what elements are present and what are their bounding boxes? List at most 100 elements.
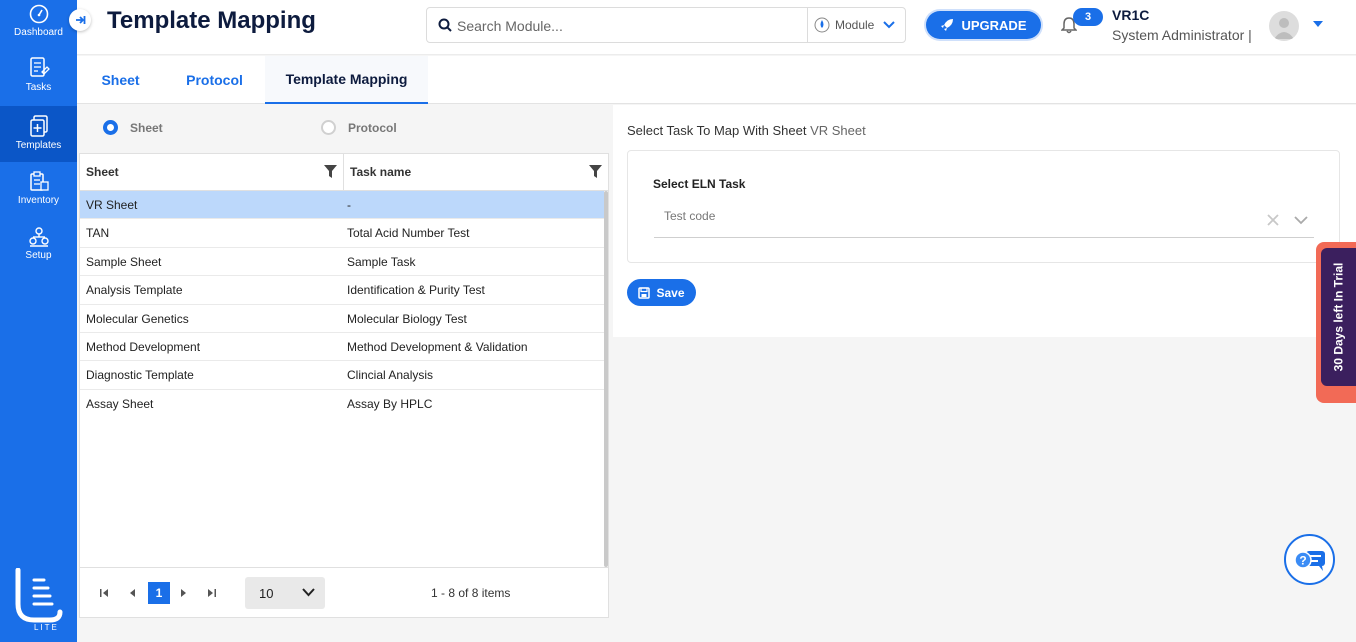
top-header: Template Mapping Module UPGRADE 3 VR1C S… — [69, 0, 1356, 55]
chat-help-icon: ? — [1293, 550, 1325, 571]
table-row[interactable]: Diagnostic Template Clincial Analysis — [80, 361, 604, 390]
cell-task: Assay By HPLC — [347, 396, 433, 411]
column-header-sheet: Sheet — [80, 154, 344, 190]
clear-icon[interactable] — [1267, 214, 1279, 226]
page-size-value: 10 — [259, 585, 274, 601]
rocket-icon — [941, 19, 954, 31]
module-select[interactable]: Module — [807, 8, 906, 42]
cell-sheet: Method Development — [86, 339, 201, 354]
cell-sheet: TAN — [86, 226, 110, 241]
collapse-arrow-icon — [76, 16, 86, 24]
cell-sheet: Sample Sheet — [86, 254, 162, 269]
radio-sheet-dot[interactable] — [103, 120, 118, 135]
upgrade-label: UPGRADE — [961, 17, 1027, 33]
next-page-icon[interactable] — [178, 587, 190, 599]
radio-sheet[interactable]: Sheet — [103, 120, 163, 135]
tab-template-mapping[interactable]: Template Mapping — [265, 56, 428, 104]
prev-page-icon[interactable] — [126, 587, 138, 599]
tab-bar: Sheet Protocol Template Mapping — [77, 56, 1356, 104]
notification-badge: 3 — [1073, 8, 1103, 26]
first-page-icon[interactable] — [98, 587, 110, 599]
sidebar: Dashboard Tasks Templates Inventory Setu… — [0, 0, 77, 642]
cell-task: Total Acid Number Test — [347, 226, 470, 241]
pager-info: 1 - 8 of 8 items — [431, 586, 511, 600]
eln-task-input[interactable] — [664, 209, 1164, 223]
chevron-down-icon — [302, 588, 315, 597]
sidebar-item-label: Templates — [15, 140, 62, 151]
sidebar-item-dashboard[interactable]: Dashboard — [0, 3, 77, 58]
save-button[interactable]: Save — [627, 279, 696, 306]
last-page-icon[interactable] — [206, 587, 218, 599]
page-number-current[interactable]: 1 — [148, 582, 170, 604]
svg-text:LITE: LITE — [34, 623, 59, 632]
save-label: Save — [656, 285, 685, 300]
radio-protocol-dot[interactable] — [321, 120, 336, 135]
search-icon — [438, 18, 452, 32]
eln-task-select[interactable] — [654, 205, 1314, 238]
sidebar-item-label: Tasks — [25, 82, 52, 93]
eln-task-card: Select ELN Task — [627, 150, 1340, 263]
search-input[interactable] — [457, 16, 797, 36]
tab-sheet[interactable]: Sheet — [77, 56, 164, 104]
search-bar: Module — [426, 7, 906, 43]
cell-sheet: Analysis Template — [86, 283, 183, 298]
tab-protocol[interactable]: Protocol — [164, 56, 265, 104]
eln-task-label: Select ELN Task — [653, 177, 746, 191]
cell-task: Molecular Biology Test — [347, 311, 467, 326]
cell-sheet: Molecular Genetics — [86, 311, 189, 326]
table-row[interactable]: VR Sheet - — [80, 191, 604, 220]
mapping-title-prefix: Select Task To Map With Sheet — [627, 123, 807, 138]
table-row[interactable]: Analysis Template Identification & Purity… — [80, 276, 604, 305]
page-size-select[interactable]: 10 — [245, 577, 325, 609]
sidebar-item-label: Dashboard — [14, 27, 63, 38]
chevron-down-icon[interactable] — [1294, 216, 1308, 225]
cell-sheet: VR Sheet — [86, 198, 138, 212]
sidebar-item-tasks[interactable]: Tasks — [0, 56, 77, 111]
sheet-task-grid: Sheet Task name VR Sheet - TAN Total Acid … — [79, 153, 609, 618]
sidebar-item-templates[interactable]: Templates — [0, 106, 77, 162]
app-logo: LITE — [12, 567, 64, 634]
sidebar-item-label: Inventory — [17, 195, 60, 206]
cell-task: Clincial Analysis — [347, 368, 434, 383]
trial-ribbon-inner: 30 Days left In Trial — [1321, 248, 1356, 386]
column-header-task-label: Task name — [350, 165, 412, 179]
mapping-title: Select Task To Map With Sheet VR Sheet — [627, 123, 866, 138]
templates-icon — [29, 115, 48, 137]
user-name: VR1C — [1112, 7, 1150, 23]
caret-down-icon[interactable] — [1313, 21, 1323, 27]
cell-task: Identification & Purity Test — [347, 283, 485, 298]
grid-header: Sheet Task name — [80, 154, 608, 191]
svg-text:?: ? — [1299, 553, 1306, 567]
gauge-icon — [29, 4, 48, 24]
table-row[interactable]: Sample Sheet Sample Task — [80, 248, 604, 277]
radio-protocol[interactable]: Protocol — [321, 120, 397, 135]
table-row[interactable]: Assay Sheet Assay By HPLC — [80, 390, 604, 418]
vertical-scrollbar[interactable] — [604, 191, 608, 567]
cell-sheet: Diagnostic Template — [86, 368, 194, 383]
column-header-task: Task name — [344, 154, 608, 190]
user-role: System Administrator | — [1112, 27, 1252, 43]
pager: 1 10 1 - 8 of 8 items — [80, 567, 608, 617]
sidebar-toggle-button[interactable] — [69, 9, 91, 31]
table-row[interactable]: Method Development Method Development & V… — [80, 333, 604, 362]
trial-ribbon[interactable]: 30 Days left In Trial — [1316, 242, 1356, 403]
sidebar-item-inventory[interactable]: Inventory — [0, 171, 77, 226]
table-row[interactable]: Molecular Genetics Molecular Biology Test — [80, 305, 604, 333]
cell-task: Method Development & Validation — [347, 339, 528, 354]
sidebar-item-label: Setup — [25, 250, 52, 261]
table-row[interactable]: TAN Total Acid Number Test — [80, 219, 604, 248]
user-avatar-icon — [1274, 18, 1294, 39]
save-icon — [638, 286, 651, 299]
filter-icon[interactable] — [589, 165, 602, 178]
avatar[interactable] — [1269, 11, 1299, 41]
column-header-sheet-label: Sheet — [86, 165, 119, 179]
filter-icon[interactable] — [324, 165, 337, 178]
setup-icon — [28, 227, 49, 247]
help-chat-button[interactable]: ? — [1284, 534, 1335, 585]
mapping-title-sheet: VR Sheet — [810, 123, 866, 138]
sidebar-item-setup[interactable]: Setup — [0, 226, 77, 281]
cell-task: Sample Task — [347, 254, 416, 269]
page-title: Template Mapping — [107, 7, 316, 34]
module-select-label: Module — [835, 18, 875, 32]
upgrade-button[interactable]: UPGRADE — [926, 11, 1041, 39]
